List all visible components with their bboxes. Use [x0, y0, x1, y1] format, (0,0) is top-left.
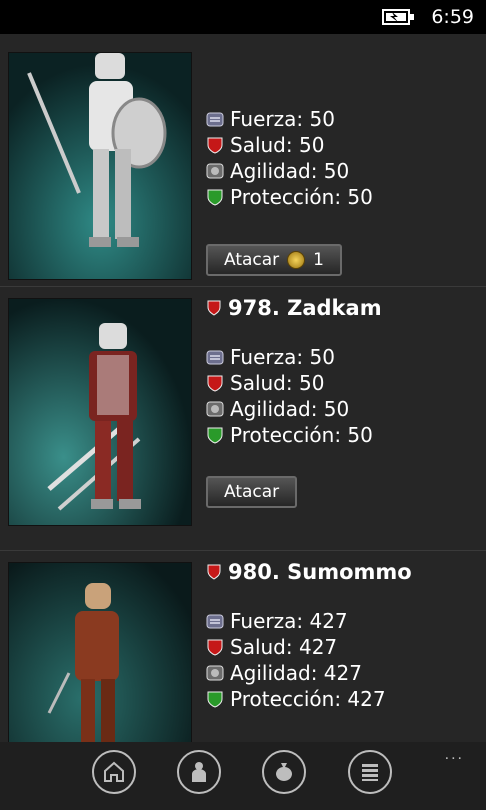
stat-fuerza: Fuerza: 50: [206, 344, 373, 370]
attack-cost: 1: [313, 250, 324, 270]
attack-button-label: Atacar: [224, 482, 280, 502]
money-bag-button[interactable]: [262, 750, 306, 794]
list-item: 978. Zadkam Fuerza: 50 Salud: 50 Agilida…: [0, 286, 486, 551]
knight-image: [9, 563, 191, 742]
fist-icon: [206, 112, 224, 127]
stat-agilidad: Agilidad: 50: [206, 396, 373, 422]
stat-salud: Salud: 50: [206, 370, 373, 396]
fist-icon: [206, 350, 224, 365]
money-bag-icon: [276, 763, 292, 781]
stats-block: Fuerza: 50 Salud: 50 Agilidad: 50 Protec…: [206, 344, 373, 448]
protection-shield-icon: [207, 691, 223, 708]
app-bar: ...: [0, 742, 486, 810]
battery-charging-icon: [382, 9, 414, 25]
menu-button[interactable]: [348, 750, 392, 794]
character-portrait: [8, 52, 192, 280]
opponent-list[interactable]: Fuerza: 50 Salud: 50 Agilidad: 50 Protec…: [0, 34, 486, 742]
coin-icon: [287, 251, 306, 269]
character-icon: [192, 762, 206, 782]
knight-image: [9, 53, 191, 279]
heart-shield-icon: [207, 137, 223, 154]
agility-icon: [206, 163, 224, 179]
rank-shield-icon: [207, 300, 221, 316]
agility-icon: [206, 665, 224, 681]
stat-proteccion: Protección: 50: [206, 422, 373, 448]
protection-shield-icon: [207, 427, 223, 444]
more-options-button[interactable]: ...: [445, 746, 464, 764]
stat-agilidad: Agilidad: 427: [206, 660, 386, 686]
stat-salud: Salud: 427: [206, 634, 386, 660]
status-bar: 6:59: [0, 0, 486, 34]
list-item: Fuerza: 50 Salud: 50 Agilidad: 50 Protec…: [0, 34, 486, 287]
home-icon: [104, 761, 124, 782]
stats-block: Fuerza: 427 Salud: 427 Agilidad: 427 Pro…: [206, 608, 386, 712]
list-menu-icon: [362, 764, 378, 781]
stat-proteccion: Protección: 427: [206, 686, 386, 712]
character-button[interactable]: [177, 750, 221, 794]
clock: 6:59: [431, 6, 474, 28]
character-portrait: [8, 562, 192, 742]
agility-icon: [206, 401, 224, 417]
stat-agilidad: Agilidad: 50: [206, 158, 373, 184]
heart-shield-icon: [207, 639, 223, 656]
fist-icon: [206, 614, 224, 629]
opponent-title: 978. Zadkam: [206, 296, 382, 320]
stat-fuerza: Fuerza: 50: [206, 106, 373, 132]
list-item: 980. Sumommo Fuerza: 427 Salud: 427 Agil…: [0, 550, 486, 742]
stats-block: Fuerza: 50 Salud: 50 Agilidad: 50 Protec…: [206, 106, 373, 210]
character-portrait: [8, 298, 192, 526]
home-button[interactable]: [92, 750, 136, 794]
heart-shield-icon: [207, 375, 223, 392]
attack-button-label: Atacar: [224, 250, 280, 270]
attack-button[interactable]: Atacar: [206, 476, 298, 508]
attack-button[interactable]: Atacar 1: [206, 244, 342, 276]
stat-proteccion: Protección: 50: [206, 184, 373, 210]
opponent-title: 980. Sumommo: [206, 560, 412, 584]
rank-shield-icon: [207, 564, 221, 580]
stat-fuerza: Fuerza: 427: [206, 608, 386, 634]
protection-shield-icon: [207, 189, 223, 206]
stat-salud: Salud: 50: [206, 132, 373, 158]
knight-image: [9, 299, 191, 525]
